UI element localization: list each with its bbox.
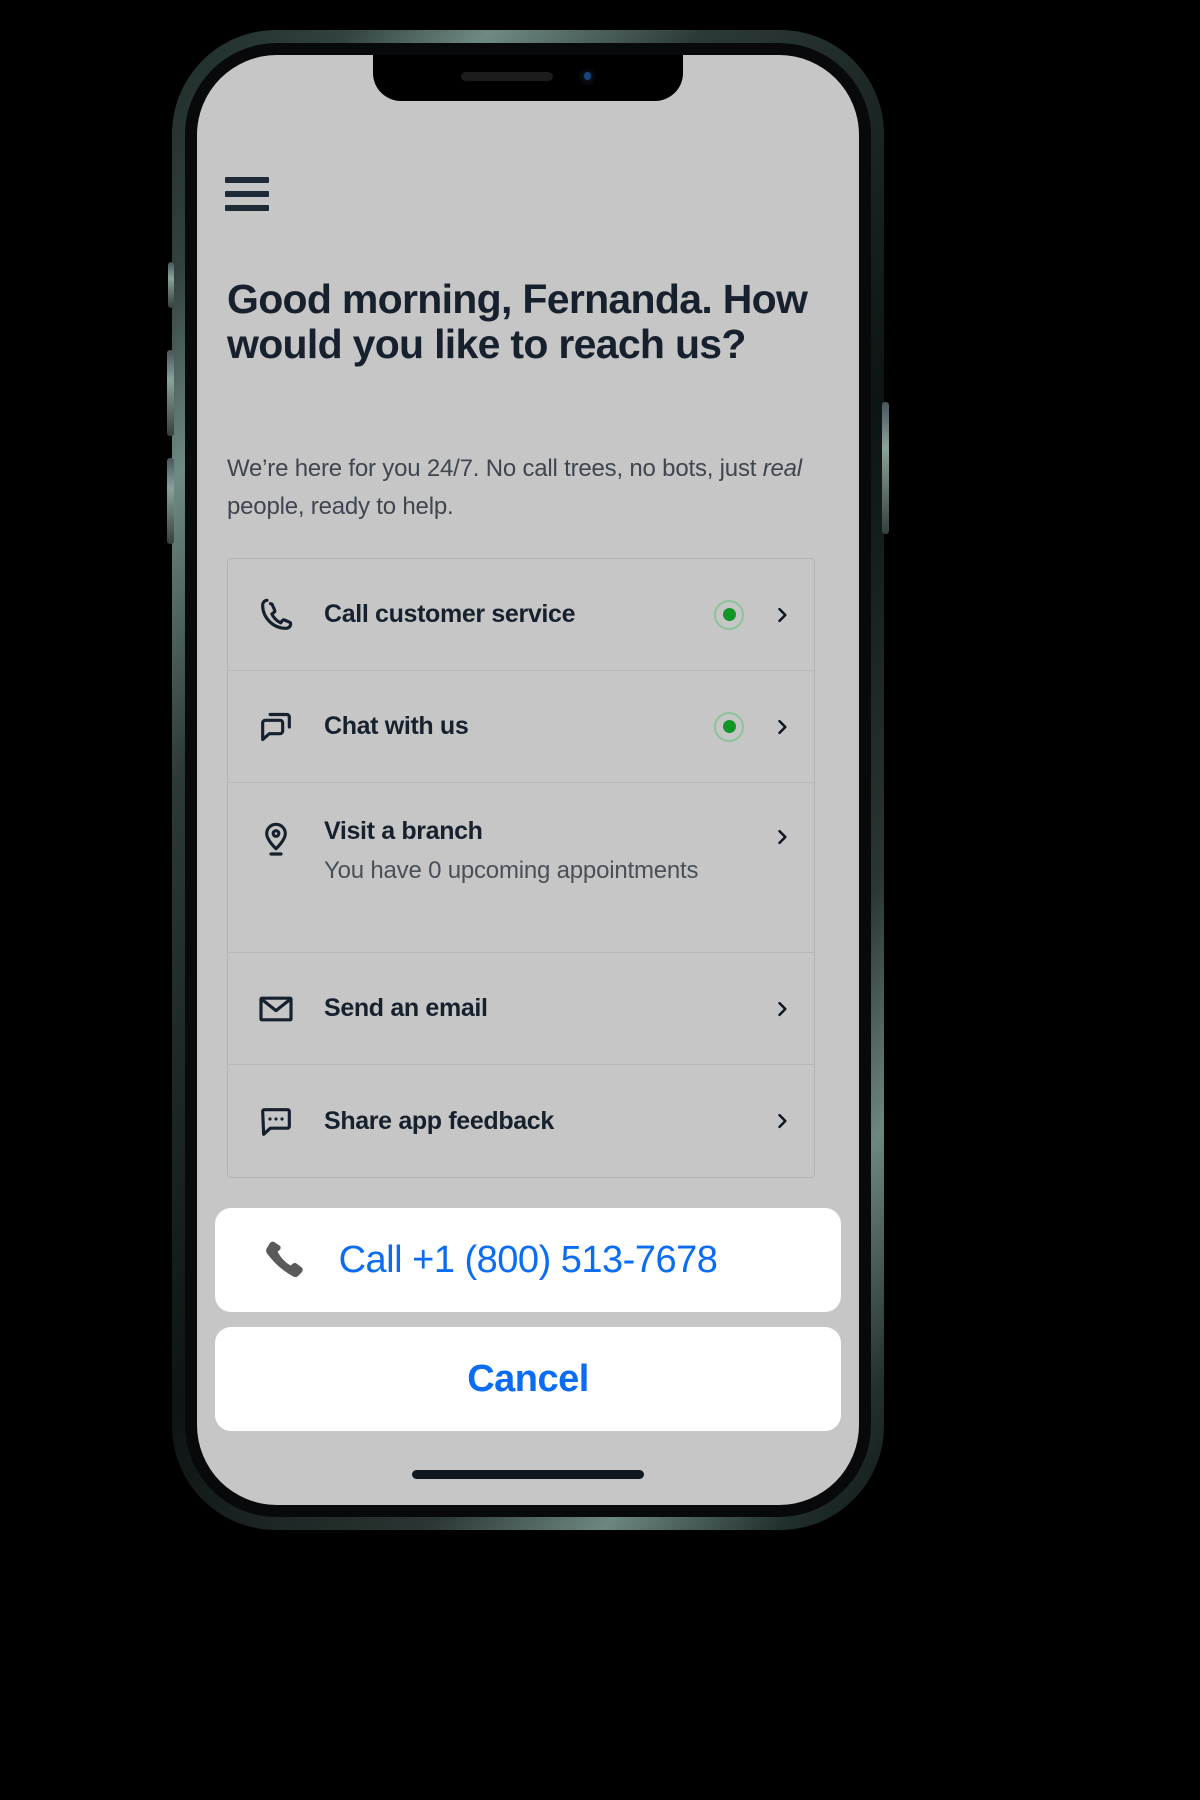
option-row-share-app-feedback[interactable]: Share app feedback	[228, 1065, 814, 1177]
subtitle-emphasis: real	[762, 455, 802, 482]
chevron-right-icon	[772, 1105, 792, 1137]
contact-options-card: Call customer service Chat with us Visit…	[227, 558, 815, 1178]
chevron-right-icon	[772, 821, 792, 853]
call-number-button[interactable]: Call +1 (800) 513-7678	[215, 1208, 841, 1312]
hamburger-bar-3	[225, 205, 269, 211]
chevron-right-icon	[772, 993, 792, 1025]
feedback-bubble-icon	[254, 1099, 298, 1143]
subtitle-text-lead: We’re here for you 24/7. No call trees, …	[227, 455, 763, 482]
hamburger-menu-icon[interactable]	[225, 177, 269, 211]
phone-handset-icon	[261, 1237, 307, 1283]
option-texts: Chat with us	[324, 712, 714, 741]
option-title: Send an email	[324, 994, 488, 1022]
chevron-right-icon	[772, 599, 792, 631]
option-texts: Visit a branch You have 0 upcoming appoi…	[324, 817, 772, 889]
phone-bezel: Good morning, Fernanda. How would you li…	[185, 43, 871, 1517]
cancel-label: Cancel	[467, 1357, 589, 1400]
app-content: Good morning, Fernanda. How would you li…	[197, 55, 859, 1505]
hamburger-bar-2	[225, 191, 269, 197]
option-subtitle: You have 0 upcoming appointments	[324, 857, 699, 884]
phone-device-frame: Good morning, Fernanda. How would you li…	[167, 30, 889, 1530]
call-number-label: Call +1 (800) 513-7678	[338, 1238, 718, 1281]
mute-switch[interactable]	[168, 262, 174, 308]
page-title: Good morning, Fernanda. How would you li…	[227, 276, 808, 367]
phone-icon	[254, 593, 298, 637]
cancel-button[interactable]: Cancel	[215, 1327, 841, 1431]
option-title: Visit a branch	[324, 817, 483, 845]
option-texts: Send an email	[324, 994, 772, 1023]
volume-down-button[interactable]	[167, 458, 174, 544]
option-row-send-an-email[interactable]: Send an email	[228, 953, 814, 1065]
earpiece-speaker-icon	[461, 72, 553, 81]
option-title: Call customer service	[324, 600, 576, 628]
option-row-visit-a-branch[interactable]: Visit a branch You have 0 upcoming appoi…	[228, 783, 814, 953]
screenshot-canvas: Good morning, Fernanda. How would you li…	[0, 0, 1200, 1800]
phone-screen: Good morning, Fernanda. How would you li…	[197, 55, 859, 1505]
status-badge-online	[714, 599, 744, 630]
status-dot-fill	[722, 720, 736, 733]
chat-bubble-icon	[254, 705, 298, 749]
option-texts: Call customer service	[324, 600, 714, 629]
status-badge-online	[714, 711, 744, 742]
option-title: Share app feedback	[324, 1106, 554, 1135]
home-indicator[interactable]	[412, 1470, 644, 1479]
device-notch	[373, 55, 683, 101]
hamburger-bar-1	[225, 177, 269, 183]
status-dot-fill	[722, 608, 736, 621]
subtitle-text-tail: people, ready to help.	[227, 493, 454, 520]
page-subtitle: We’re here for you 24/7. No call trees, …	[227, 450, 807, 526]
volume-up-button[interactable]	[167, 350, 174, 436]
envelope-icon	[254, 987, 298, 1031]
option-row-call-customer-service[interactable]: Call customer service	[228, 559, 814, 671]
option-row-chat-with-us[interactable]: Chat with us	[228, 671, 814, 783]
location-pin-icon	[254, 817, 298, 861]
option-title: Chat with us	[324, 712, 469, 740]
power-button[interactable]	[882, 402, 889, 534]
option-texts: Share app feedback	[324, 1107, 772, 1136]
call-action-sheet: Call +1 (800) 513-7678 Cancel	[215, 1208, 841, 1431]
chevron-right-icon	[772, 711, 792, 743]
front-camera-icon	[579, 68, 596, 85]
